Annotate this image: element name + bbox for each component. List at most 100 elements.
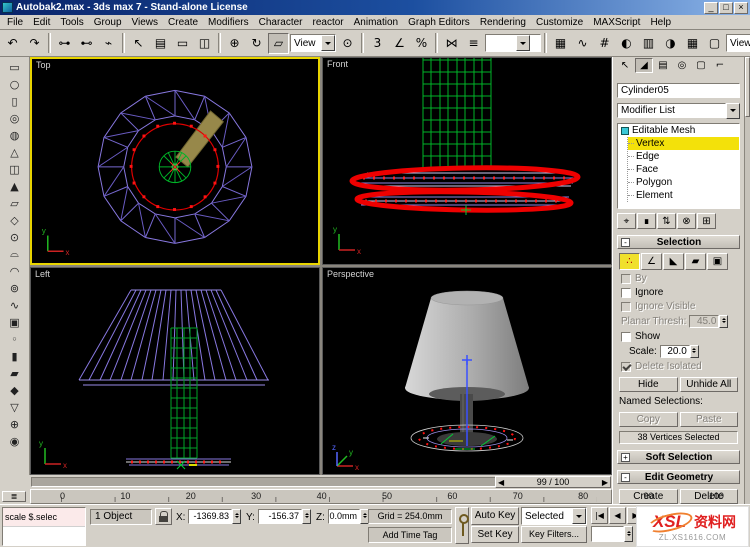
face-mode-icon[interactable]: ◣ xyxy=(663,253,684,270)
key-filters-button[interactable]: Key Filters... xyxy=(521,526,587,543)
render-scene-icon[interactable]: ▥ xyxy=(638,33,659,54)
menu-rendering[interactable]: Rendering xyxy=(475,16,531,29)
create-tab-icon[interactable]: ↖ xyxy=(616,58,634,73)
ignore-backfacing-checkbox-row[interactable]: Ignore xyxy=(621,287,744,298)
pyramid-tool-icon[interactable]: ▲ xyxy=(3,178,27,194)
select-and-link-icon[interactable]: ⊶ xyxy=(54,33,75,54)
undo-icon[interactable]: ↶ xyxy=(2,33,23,54)
key-filter-set-dropdown[interactable]: Selected xyxy=(521,507,587,525)
snap-toggle-icon[interactable]: 3 xyxy=(367,33,388,54)
stack-item-face[interactable]: Face xyxy=(628,163,739,176)
x-coordinate-field[interactable]: -1369.83 xyxy=(188,509,241,524)
expand-icon[interactable]: + xyxy=(621,452,630,462)
view-dropdown[interactable]: View xyxy=(726,34,750,52)
teapot-tool-icon[interactable]: ◍ xyxy=(3,127,27,143)
maximize-button[interactable]: □ xyxy=(719,1,733,14)
select-and-scale-icon[interactable]: ▱ xyxy=(268,32,289,54)
menu-create[interactable]: Create xyxy=(163,16,203,29)
set-key-button[interactable]: Set Key xyxy=(471,526,519,543)
mirror-icon[interactable]: ⋈ xyxy=(441,33,462,54)
maxscript-mini-listener[interactable]: scale $.selec xyxy=(2,507,86,546)
viewport-front[interactable]: Front y x xyxy=(322,57,612,265)
unhide-all-button[interactable]: Unhide All xyxy=(679,377,738,392)
quick-render-icon[interactable]: ◑ xyxy=(660,33,681,54)
panel-scrollbar[interactable] xyxy=(744,57,750,504)
menu-reactor[interactable]: reactor xyxy=(308,16,349,29)
capsule-tool-icon[interactable]: ⊙ xyxy=(3,229,27,245)
configure-modifier-sets-icon[interactable]: ⊞ xyxy=(697,213,716,229)
current-frame-value[interactable] xyxy=(591,526,624,542)
use-center-icon[interactable]: ⊙ xyxy=(337,33,358,54)
viewport-top-label[interactable]: Top xyxy=(36,60,51,70)
previous-frame-icon[interactable]: ◀ xyxy=(609,507,626,524)
align-icon[interactable]: ≡ xyxy=(463,33,484,54)
viewport-left-label[interactable]: Left xyxy=(35,269,50,279)
spinner-icon[interactable] xyxy=(624,526,633,542)
spinner-icon[interactable] xyxy=(719,315,729,328)
soft-selection-rollout-header[interactable]: + Soft Selection xyxy=(617,450,740,464)
collapse-icon[interactable]: - xyxy=(621,472,630,482)
show-end-result-icon[interactable]: ∎ xyxy=(637,213,656,229)
viewport-left[interactable]: Left y x xyxy=(30,267,320,475)
front-viewport-canvas[interactable]: y x xyxy=(323,58,611,264)
checkbox-icon[interactable] xyxy=(621,361,631,372)
listener-line[interactable]: scale $.selec xyxy=(3,508,85,527)
window-crossing-icon[interactable]: ◫ xyxy=(194,33,215,54)
stack-root-row[interactable]: Editable Mesh xyxy=(618,124,739,137)
plane-tool-icon[interactable]: ▱ xyxy=(3,195,27,211)
checkbox-icon[interactable] xyxy=(621,273,631,284)
selection-lock-toggle[interactable] xyxy=(155,508,172,525)
vertex-mode-icon[interactable]: ∴ xyxy=(619,253,640,270)
modify-tab-icon[interactable]: ◢ xyxy=(635,58,653,73)
motion-tab-icon[interactable]: ◎ xyxy=(673,58,691,73)
menu-views[interactable]: Views xyxy=(127,16,164,29)
copy-button[interactable]: Copy xyxy=(619,412,678,427)
hierarchy-tab-icon[interactable]: ▤ xyxy=(654,58,672,73)
spindle-tool-icon[interactable]: ⌓ xyxy=(3,246,27,262)
named-selection-sets-dropdown[interactable] xyxy=(485,34,541,52)
left-viewport-canvas[interactable]: y x xyxy=(31,268,319,474)
schematic-view-icon[interactable]: # xyxy=(594,33,615,54)
angle-snap-icon[interactable]: ∠ xyxy=(389,33,410,54)
stack-item-element[interactable]: Element xyxy=(628,189,739,202)
edge-mode-icon[interactable]: ∠ xyxy=(641,253,662,270)
current-frame-spinner[interactable] xyxy=(591,526,633,542)
tube-tool-icon[interactable]: ◫ xyxy=(3,161,27,177)
compound-tool-icon[interactable]: ⊕ xyxy=(3,416,27,432)
display-tab-icon[interactable]: ▢ xyxy=(692,58,710,73)
pin-stack-icon[interactable]: ⌖ xyxy=(617,213,636,229)
redo-icon[interactable]: ↷ xyxy=(24,33,45,54)
stack-item-vertex[interactable]: Vertex xyxy=(628,137,739,150)
layer-manager-icon[interactable]: ▦ xyxy=(550,33,571,54)
menu-animation[interactable]: Animation xyxy=(349,16,403,29)
go-to-start-icon[interactable]: |◀ xyxy=(591,507,608,524)
dropdown-arrow-icon[interactable] xyxy=(726,102,740,119)
checkbox-icon[interactable] xyxy=(621,287,631,298)
top-viewport-canvas[interactable]: y x xyxy=(32,59,318,263)
menu-customize[interactable]: Customize xyxy=(531,16,588,29)
x-coordinate-value[interactable]: -1369.83 xyxy=(188,509,232,524)
rectangular-selection-region-icon[interactable]: ▭ xyxy=(172,33,193,54)
checkbox-icon[interactable] xyxy=(621,301,631,312)
scrollbar-thumb[interactable] xyxy=(745,57,750,117)
object-name-field[interactable]: Cylinder05 xyxy=(617,83,740,98)
checkbox-icon[interactable] xyxy=(621,331,631,342)
menu-graph-editors[interactable]: Graph Editors xyxy=(403,16,475,29)
block-tool-icon[interactable]: ▮ xyxy=(3,348,27,364)
diamond-tool-icon[interactable]: ◆ xyxy=(3,382,27,398)
scale-value[interactable]: 20.0 xyxy=(659,345,690,358)
percent-snap-icon[interactable]: % xyxy=(411,33,432,54)
display-filter-icon[interactable]: ▢ xyxy=(704,33,725,54)
point-tool-icon[interactable]: ◦ xyxy=(3,331,27,347)
utilities-tab-icon[interactable]: ⌐ xyxy=(711,58,729,73)
viewport-perspective-label[interactable]: Perspective xyxy=(327,269,374,279)
sphere-tool-icon[interactable]: ○ xyxy=(3,76,27,92)
prism-tool-icon[interactable]: ▣ xyxy=(3,314,27,330)
viewport-top[interactable]: Top y x xyxy=(30,57,320,265)
add-time-tag-button[interactable]: Add Time Tag xyxy=(368,527,452,543)
layers-list-icon[interactable]: ▦ xyxy=(682,33,703,54)
minimize-button[interactable]: _ xyxy=(704,1,718,14)
menu-edit[interactable]: Edit xyxy=(28,16,55,29)
bind-to-space-warp-icon[interactable]: ⌁ xyxy=(98,33,119,54)
planar-threshold-field[interactable]: 45.0 xyxy=(689,315,729,328)
